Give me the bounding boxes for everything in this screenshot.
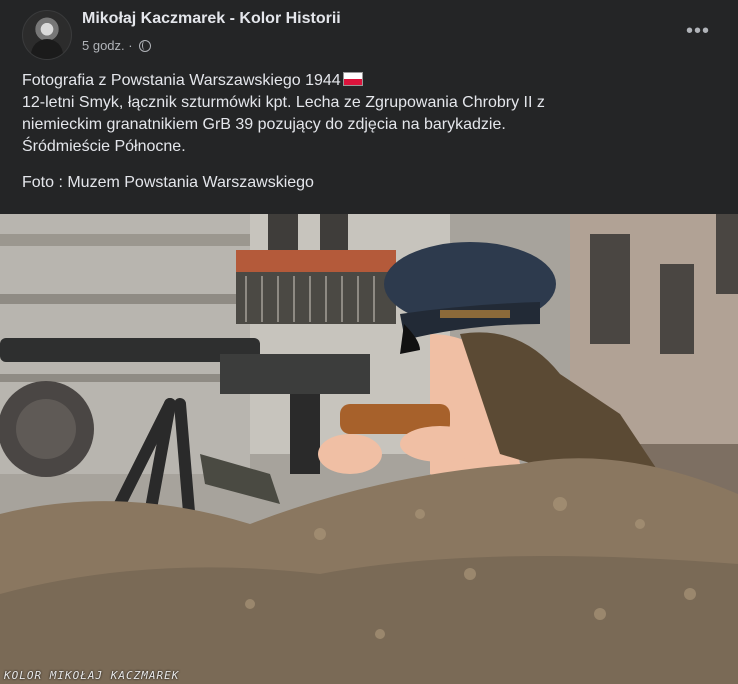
window	[716, 214, 738, 294]
post-text-line: Śródmieście Północne.	[22, 138, 186, 155]
balcony-red	[236, 250, 396, 272]
window	[660, 264, 694, 354]
post-time[interactable]: 5 godz.	[82, 38, 125, 53]
balcony-railing	[236, 272, 396, 324]
post-text-line: Fotografia z Powstania Warszawskiego 194…	[22, 70, 712, 92]
sand-foreground	[0, 556, 738, 684]
globe-icon[interactable]	[139, 40, 152, 52]
meta-separator: ·	[124, 38, 137, 53]
weapon-body	[220, 354, 370, 394]
window	[320, 214, 348, 254]
boy-hand	[318, 434, 382, 474]
building-ledge	[0, 234, 250, 246]
window	[590, 234, 630, 344]
post-header: Mikołaj Kaczmarek - Kolor Historii 5 god…	[0, 0, 738, 62]
photo-watermark: KOLOR MIKOŁAJ KACZMAREK	[4, 669, 180, 682]
building-ledge	[0, 294, 250, 304]
weapon-grip	[290, 394, 320, 474]
cap-strap	[440, 310, 510, 318]
boy-hand	[400, 426, 480, 462]
post-text-line: niemieckim granatnikiem GrB 39 pozujący …	[22, 116, 506, 133]
building-ledge	[0, 374, 250, 382]
more-options-icon[interactable]: •••	[680, 14, 716, 50]
post-photo[interactable]: KOLOR MIKOŁAJ KACZMAREK	[0, 214, 738, 684]
facebook-post: Mikołaj Kaczmarek - Kolor Historii 5 god…	[0, 0, 738, 684]
post-meta: 5 godz. ·	[82, 38, 152, 53]
photo-illustration	[0, 214, 738, 684]
author-avatar[interactable]	[22, 10, 72, 60]
wheel-hub	[16, 399, 76, 459]
author-name[interactable]: Mikołaj Kaczmarek - Kolor Historii	[82, 10, 341, 28]
window	[268, 214, 298, 254]
post-text: Fotografia z Powstania Warszawskiego 194…	[22, 70, 712, 194]
post-text-line: 12-letni Smyk, łącznik szturmówki kpt. L…	[22, 94, 545, 111]
poland-flag-icon	[342, 72, 363, 86]
post-text-title: Fotografia z Powstania Warszawskiego 194…	[22, 72, 341, 89]
photo-credit: Foto : Muzem Powstania Warszawskiego	[22, 174, 314, 191]
